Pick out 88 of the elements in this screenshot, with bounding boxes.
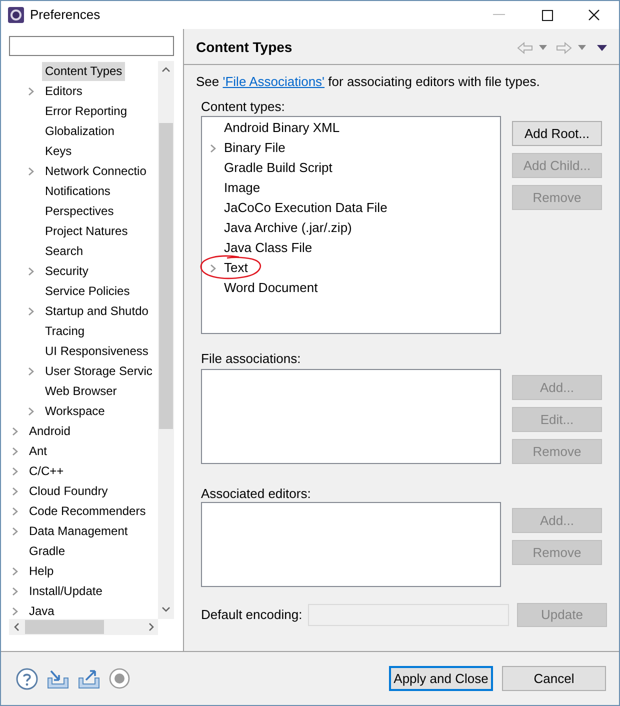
- tree-item[interactable]: Perspectives: [42, 202, 117, 220]
- list-item[interactable]: Android Binary XML: [224, 118, 340, 138]
- tree-item[interactable]: Android: [26, 422, 74, 440]
- expand-chevron-icon[interactable]: [12, 507, 18, 516]
- dropdown-icon[interactable]: [539, 45, 547, 50]
- list-item[interactable]: Java Archive (.jar/.zip): [224, 218, 352, 238]
- tree-item[interactable]: Cloud Foundry: [26, 482, 111, 500]
- tree-item[interactable]: Gradle: [26, 542, 68, 560]
- scroll-left-icon[interactable]: [14, 623, 19, 631]
- tree-item[interactable]: Install/Update: [26, 582, 106, 600]
- intro-text: See 'File Associations' for associating editors with file types.: [196, 73, 541, 90]
- list-item[interactable]: Word Document: [224, 278, 318, 298]
- tree-item[interactable]: Java: [26, 602, 58, 619]
- tree-item[interactable]: Error Reporting: [42, 102, 130, 120]
- horizontal-scrollbar[interactable]: [9, 619, 158, 635]
- filter-field[interactable]: [9, 36, 174, 56]
- maximize-icon[interactable]: [542, 10, 553, 20]
- tree-item[interactable]: Ant: [26, 442, 50, 460]
- tree-item[interactable]: Service Policies: [42, 282, 133, 300]
- tree-item[interactable]: Globalization: [42, 122, 118, 140]
- scroll-right-icon[interactable]: [149, 623, 154, 631]
- expand-chevron-icon[interactable]: [12, 527, 18, 536]
- list-item[interactable]: JaCoCo Execution Data File: [224, 198, 388, 218]
- field-label: Default encoding:: [201, 606, 304, 624]
- window-title: Preferences: [30, 6, 100, 24]
- help-icon[interactable]: [16, 668, 38, 690]
- dialog-button[interactable]: Cancel: [502, 666, 606, 691]
- scroll-up-icon[interactable]: [162, 67, 170, 72]
- tree-item[interactable]: Network Connectio: [42, 162, 150, 180]
- close-icon[interactable]: [588, 9, 600, 21]
- tree-item[interactable]: Keys: [42, 142, 75, 160]
- minimize-icon[interactable]: [493, 14, 505, 16]
- expand-chevron-icon[interactable]: [28, 87, 34, 96]
- tree-item[interactable]: Code Recommenders: [26, 502, 149, 520]
- tree-item[interactable]: Project Natures: [42, 222, 131, 240]
- import-icon[interactable]: [47, 668, 69, 688]
- tree-item[interactable]: UI Responsiveness: [42, 342, 152, 360]
- content-types-list[interactable]: Android Binary XML Binary File Gradle Build Script Image JaCoCo Execution Data File Java Archive (.jar/.zip) Java Class File Text Word Document: [201, 116, 501, 334]
- view-menu-icon[interactable]: [597, 44, 607, 50]
- tree-item[interactable]: Tracing: [42, 322, 88, 340]
- tree-item[interactable]: Search: [42, 242, 86, 260]
- file-associations-list[interactable]: [201, 369, 501, 464]
- expand-chevron-icon[interactable]: [12, 427, 18, 436]
- vertical-scrollbar[interactable]: [158, 61, 174, 619]
- tree-item[interactable]: Data Management: [26, 522, 131, 540]
- expand-chevron-icon[interactable]: [210, 144, 216, 153]
- expand-chevron-icon[interactable]: [210, 264, 216, 273]
- expand-chevron-icon[interactable]: [12, 607, 18, 616]
- dropdown-icon[interactable]: [578, 45, 586, 50]
- tree-item[interactable]: Workspace: [42, 402, 108, 420]
- expand-chevron-icon[interactable]: [12, 467, 18, 476]
- expand-chevron-icon[interactable]: [12, 487, 18, 496]
- file-associations-link[interactable]: 'File Associations': [222, 74, 325, 89]
- scroll-down-icon[interactable]: [162, 607, 170, 612]
- forward-arrow-icon[interactable]: [556, 42, 572, 54]
- list-item[interactable]: Text: [224, 258, 248, 278]
- list-item[interactable]: Binary File: [224, 138, 286, 158]
- section-label: Associated editors:: [201, 485, 312, 502]
- associated-editors-list[interactable]: [201, 502, 501, 587]
- expand-chevron-icon[interactable]: [28, 367, 34, 376]
- tree-item[interactable]: Content Types: [42, 62, 126, 80]
- record-icon[interactable]: [109, 668, 130, 689]
- tree-item[interactable]: Editors: [42, 82, 86, 100]
- app-icon: [8, 7, 24, 23]
- expand-chevron-icon[interactable]: [28, 167, 34, 176]
- back-arrow-icon[interactable]: [517, 42, 533, 54]
- tree-item[interactable]: Notifications: [42, 182, 114, 200]
- tree-item[interactable]: User Storage Servic: [42, 362, 156, 380]
- expand-chevron-icon[interactable]: [12, 447, 18, 456]
- tree-item[interactable]: Help: [26, 562, 57, 580]
- section-label: Content types:: [201, 98, 286, 115]
- expand-chevron-icon[interactable]: [28, 267, 34, 276]
- expand-chevron-icon[interactable]: [28, 407, 34, 416]
- action-button[interactable]: Add Root...: [512, 121, 602, 146]
- expand-chevron-icon[interactable]: [12, 587, 18, 596]
- tree-item[interactable]: C/C++: [26, 462, 67, 480]
- expand-chevron-icon[interactable]: [28, 307, 34, 316]
- tree-item[interactable]: Startup and Shutdo: [42, 302, 152, 320]
- list-item[interactable]: Image: [224, 178, 260, 198]
- tree-item[interactable]: Security: [42, 262, 92, 280]
- list-item[interactable]: Gradle Build Script: [224, 158, 332, 178]
- page-title: Content Types: [196, 38, 292, 57]
- tree-item[interactable]: Web Browser: [42, 382, 120, 400]
- dialog-button[interactable]: Apply and Close: [389, 666, 493, 691]
- list-item[interactable]: Java Class File: [224, 238, 312, 258]
- export-icon[interactable]: [78, 668, 100, 688]
- expand-chevron-icon[interactable]: [12, 567, 18, 576]
- section-label: File associations:: [201, 350, 302, 367]
